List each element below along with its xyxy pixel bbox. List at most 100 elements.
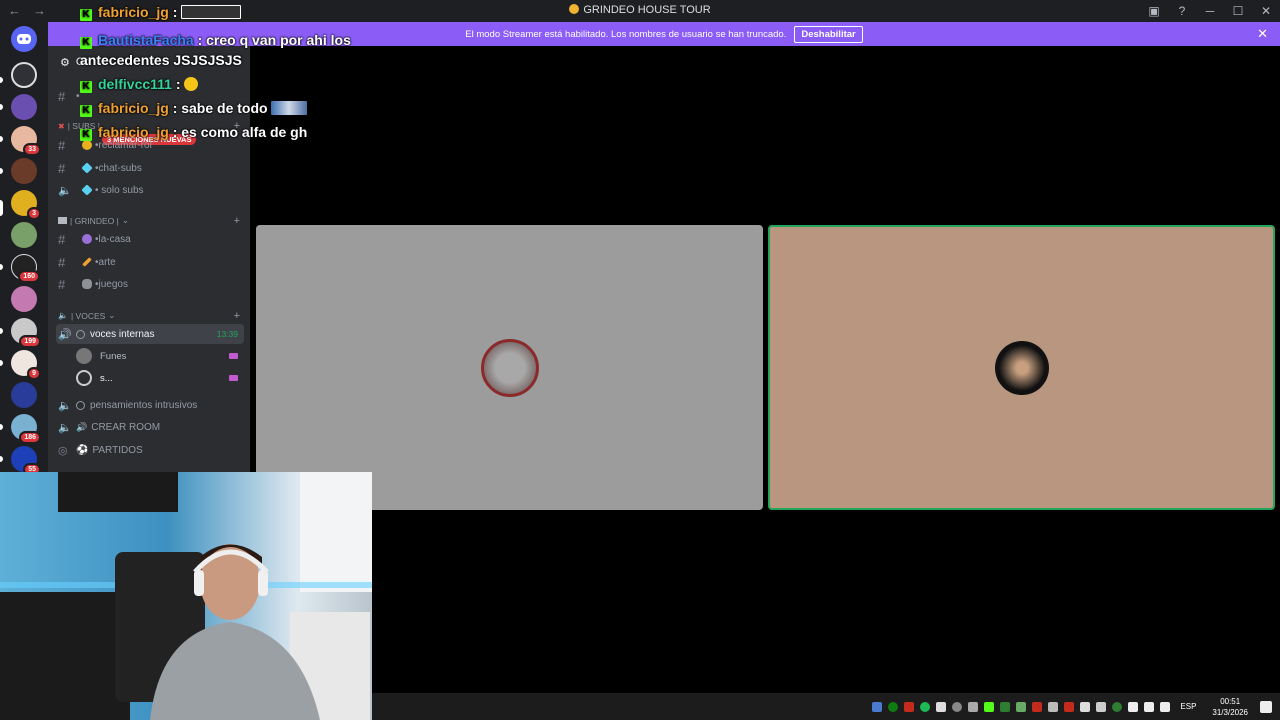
app-icon[interactable] [1112,701,1123,712]
unread-badge: 9 [27,367,41,380]
server-icon[interactable] [11,222,37,248]
volume-icon[interactable] [1160,701,1171,712]
voice-user-name: Funes [100,350,127,362]
clock[interactable]: 00:51 31/3/2026 [1212,696,1248,718]
maximize-button[interactable]: ☐ [1224,4,1252,18]
mic-muted-icon[interactable] [1032,701,1043,712]
app-icon[interactable] [904,701,915,712]
inbox-icon[interactable]: ▣ [1140,4,1168,18]
clock-date: 31/3/2026 [1212,707,1248,717]
server-icon[interactable] [11,94,37,120]
notifications-icon[interactable] [1260,700,1272,713]
channel-arte[interactable]: # •arte [56,252,244,272]
display-icon[interactable] [1128,701,1139,712]
app-icon[interactable] [1080,701,1091,712]
channel-label: •reclamar-rol [95,139,152,151]
ball-icon [82,234,92,244]
channel-label: pensamientos intrusivos [90,399,198,411]
spotify-icon[interactable] [920,701,931,712]
wifi-icon[interactable] [1144,701,1155,712]
chat-message: Kfabricio_jg : sabe de todo [80,100,308,117]
participant-avatar [480,338,539,397]
category-label: | GRINDEO | [70,215,119,226]
minimize-button[interactable]: ─ [1196,4,1224,18]
hash-icon: # [58,160,66,176]
x-icon: ✖ [58,121,65,131]
server-icon[interactable] [11,382,37,408]
chevron-down-icon: ⌄ [121,215,129,225]
server-icon[interactable] [11,158,37,184]
channel-chat-subs[interactable]: # •chat-subs [56,158,244,178]
category-grindeo[interactable]: | GRINDEO | ⌄ + [58,215,242,227]
scream-emoji-icon [184,77,199,91]
app-icon[interactable] [1016,701,1027,712]
webcam-feed [0,472,372,720]
app-icon[interactable] [968,701,979,712]
channel-label: •juegos [95,278,128,290]
diamond-icon [81,162,93,174]
app-icon[interactable] [1000,701,1011,712]
microphone-icon[interactable] [936,701,947,712]
server-icon[interactable]: 199 [11,318,41,348]
stage-icon: ◎ [58,444,68,457]
kick-icon: K [80,37,92,49]
disable-button[interactable]: Deshabilitar [794,25,863,43]
channel-label: CREAR ROOM [91,421,161,433]
app-icon[interactable] [1096,701,1107,712]
unread-pill [0,424,3,430]
video-tile-speaking[interactable] [768,225,1275,510]
bluetooth-icon[interactable] [872,701,883,712]
app-root: ← → GRINDEO HOUSE TOUR ▣ ? ─ ☐ ✕ El modo… [0,0,1280,720]
voice-user-name: s... [100,372,113,384]
system-tray: ESP 00:51 31/3/2026 [872,693,1272,720]
hash-icon: # [58,254,66,270]
server-icon[interactable]: 33 [11,126,41,156]
server-icon[interactable]: 186 [11,414,41,444]
app-icon[interactable] [1064,701,1075,712]
server-icon[interactable]: 3 [11,190,41,220]
diamond-icon [81,184,93,196]
chat-message: Kfabricio_jg : es como alfa de gh [80,124,307,141]
chat-text: : es como alfa de gh [172,124,308,140]
unread-pill [0,104,3,110]
video-tile[interactable] [256,225,763,510]
server-icon[interactable] [11,286,37,312]
chat-text: : [172,4,178,20]
server-icon[interactable]: 9 [11,350,41,380]
server-icon[interactable] [11,62,37,88]
close-button[interactable]: ✕ [1252,4,1280,18]
steam-icon[interactable] [952,701,963,712]
chat-text: : [175,76,181,92]
hash-icon: # [58,276,66,292]
add-channel-icon[interactable]: + [234,310,240,322]
app-icon[interactable] [1048,701,1059,712]
channel-solo-subs[interactable]: 🔈 • solo subs [56,180,244,200]
xbox-icon[interactable] [888,701,899,712]
channel-pensamientos[interactable]: 🔈 pensamientos intrusivos [56,395,244,415]
category-voces[interactable]: 🔈 | VOCES ⌄ + [58,310,242,322]
speaker-icon: 🔈 [58,421,72,434]
channel-crear-room[interactable]: 🔈 🔊 CREAR ROOM [56,417,244,437]
server-icon[interactable]: 55 [11,446,41,476]
channel-voces-internas[interactable]: 🔊 voces internas 13:39 [56,324,244,344]
channel-la-casa[interactable]: # •la-casa [56,229,244,249]
medal-icon [82,140,92,150]
language-indicator[interactable]: ESP [1180,702,1196,711]
voice-user[interactable]: Funes [76,346,244,366]
category-label: | VOCES [70,310,106,321]
kick-icon[interactable] [984,701,995,712]
close-icon[interactable]: ✕ [1257,26,1268,42]
kick-icon: K [80,81,92,93]
taskbar: ESP 00:51 31/3/2026 [372,693,1280,720]
channel-juegos[interactable]: # •juegos [56,274,244,294]
help-icon[interactable]: ? [1168,4,1196,18]
voice-user[interactable]: s... [76,368,244,388]
add-channel-icon[interactable]: + [234,215,240,227]
unread-badge: 160 [18,270,40,283]
unread-badge: 3 [27,207,41,220]
channel-partidos[interactable]: ◎ ⚽ PARTIDOS [56,440,244,460]
discord-home-icon[interactable] [11,26,37,52]
channel-label: PARTIDOS [92,444,143,456]
channel-label: •la-casa [95,233,131,245]
server-icon[interactable]: 160 [11,254,40,283]
